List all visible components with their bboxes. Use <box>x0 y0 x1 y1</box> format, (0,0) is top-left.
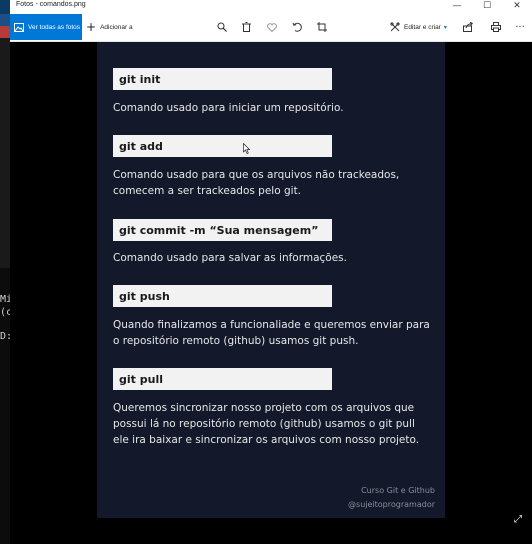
command-text: git pull <box>119 372 163 386</box>
edit-and-create-label: Editar e criar <box>404 23 441 31</box>
command-box: git add <box>113 135 332 157</box>
maximize-icon: ☐ <box>482 1 492 11</box>
mouse-pointer-icon <box>243 143 250 154</box>
terminal-line: (c <box>0 307 10 318</box>
photo: git init Comando usado para iniciar um r… <box>97 42 445 518</box>
favorite-icon <box>267 22 277 32</box>
delete-icon <box>241 22 251 32</box>
close-icon: ✕ <box>513 1 521 11</box>
background-tab <box>0 26 10 38</box>
command-description: Queremos sincronizar nosso projeto com o… <box>113 402 420 446</box>
terminal-line: D: <box>0 331 10 342</box>
command-text: git push <box>119 289 170 303</box>
maximize-button[interactable]: ☐ <box>472 0 502 12</box>
edit-create-icon <box>390 22 400 32</box>
minimize-button[interactable]: — <box>442 0 472 12</box>
command-text: git init <box>119 72 161 86</box>
command-description: Comando usado para iniciar um repositóri… <box>113 102 344 114</box>
credit-handle: @sujeitoprogramador <box>348 500 435 509</box>
command-text: git add <box>119 139 163 153</box>
background-titlebar <box>0 0 10 14</box>
more-button[interactable]: ··· <box>508 14 532 40</box>
title-bar: Fotos - comandos.png — ☐ ✕ <box>10 0 532 12</box>
command-description: Comando usado para salvar as informações… <box>113 252 347 264</box>
background-window: Mi (c D: <box>0 0 10 544</box>
command-box: git pull <box>113 368 332 390</box>
delete-button[interactable] <box>234 14 258 40</box>
favorite-button[interactable] <box>260 14 284 40</box>
edit-and-create-button[interactable]: Editar e criar ▾ <box>390 14 447 40</box>
command-description: Comando usado para que os arquivos não t… <box>113 169 400 197</box>
photo-icon <box>14 22 24 32</box>
rotate-icon <box>292 22 302 32</box>
close-button[interactable]: ✕ <box>502 0 532 12</box>
zoom-icon <box>217 22 227 32</box>
plus-icon: + <box>86 20 97 34</box>
see-all-photos-label: Ver todas as fotos <box>28 23 81 31</box>
more-icon: ··· <box>515 21 525 33</box>
command-box: git push <box>113 285 332 307</box>
print-button[interactable] <box>484 14 508 40</box>
rotate-button[interactable] <box>285 14 309 40</box>
image-viewer: git init Comando usado para iniciar um r… <box>10 42 532 544</box>
share-button[interactable] <box>456 14 480 40</box>
photos-window: Fotos - comandos.png — ☐ ✕ Ver todas as … <box>10 0 532 544</box>
credit-course: Curso Git e Github <box>361 486 435 495</box>
add-to-label: Adicionar a <box>100 23 133 31</box>
share-icon <box>463 22 473 32</box>
add-to-button[interactable]: + Adicionar a <box>86 14 133 40</box>
expand-icon[interactable]: ⤢ <box>514 514 522 525</box>
command-box: git commit -m “Sua mensagem” <box>113 219 332 241</box>
zoom-button[interactable] <box>210 14 234 40</box>
crop-button[interactable] <box>310 14 334 40</box>
command-description: Quando finalizamos a funcionaliade e que… <box>113 319 430 347</box>
terminal-line: Mi <box>0 294 10 305</box>
window-title: Fotos - comandos.png <box>16 1 86 8</box>
see-all-photos-button[interactable]: Ver todas as fotos <box>10 14 82 40</box>
print-icon <box>491 22 501 32</box>
toolbar: Ver todas as fotos + Adicionar a Editar … <box>10 12 532 42</box>
command-box: git init <box>113 68 332 90</box>
command-text: git commit -m “Sua mensagem” <box>119 223 319 237</box>
minimize-icon: — <box>452 1 462 11</box>
crop-icon <box>317 22 327 32</box>
chevron-down-icon: ▾ <box>443 23 447 31</box>
